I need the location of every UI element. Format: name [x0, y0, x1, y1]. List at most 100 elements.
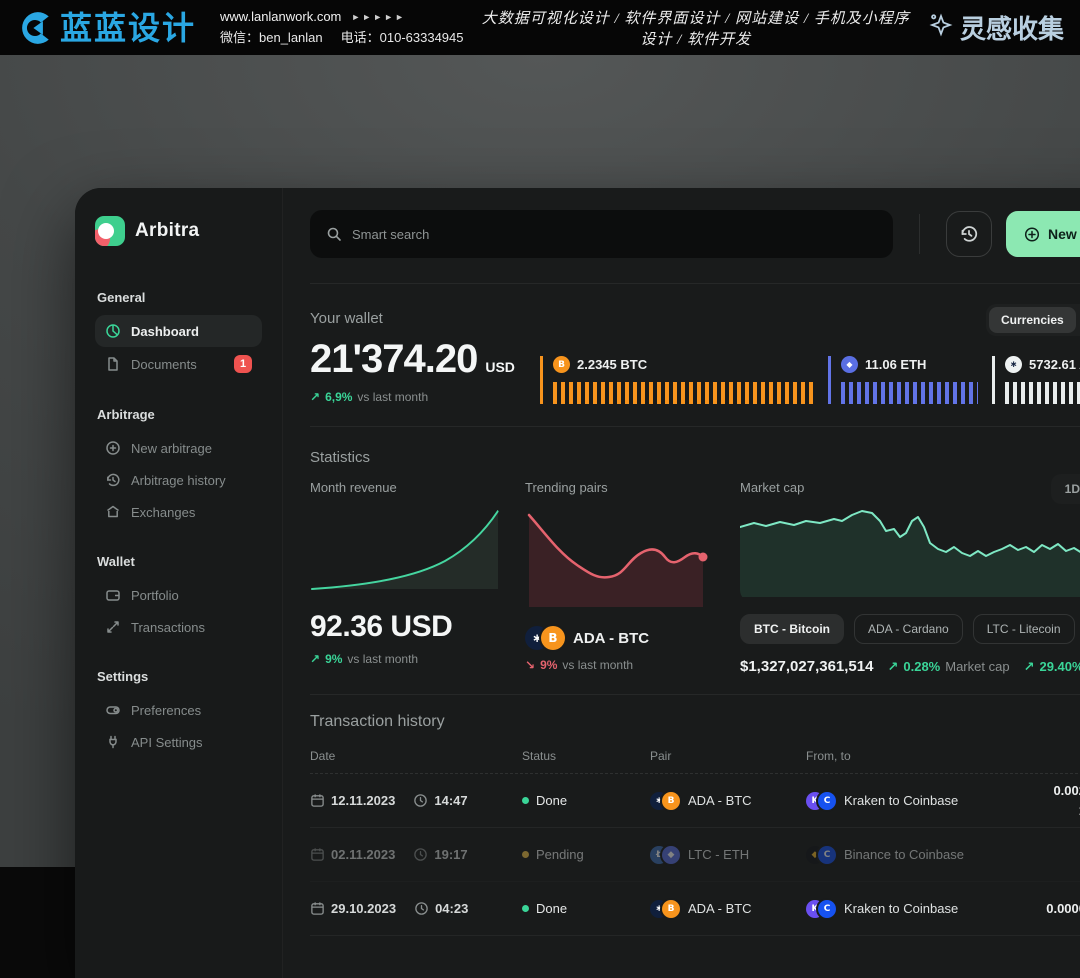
col-status: Status: [522, 749, 650, 763]
lanlan-brand: 蓝蓝设计: [16, 9, 196, 47]
documents-badge: 1: [234, 355, 252, 373]
main-content: New arbitrage Your wallet Currencies Exc…: [283, 188, 1080, 978]
btc-icon: B: [662, 792, 680, 810]
tx-date: 02.11.2023: [331, 847, 395, 862]
btc-icon: B: [541, 626, 565, 650]
holding-eth[interactable]: ◆ 11.06 ETH: [828, 356, 992, 404]
trending-pair-row[interactable]: ∗ B ADA - BTC: [525, 626, 715, 650]
market-cap-pair-pills: BTC - Bitcoin ADA - Cardano LTC - Liteco…: [740, 614, 1080, 644]
toggle-icon: [105, 702, 121, 718]
eth-icon: ◆: [662, 846, 680, 864]
ada-amount: 5732.61 ADA: [1029, 357, 1080, 372]
ada-bars: [1005, 382, 1080, 404]
nav-section-label: Arbitrage: [97, 407, 260, 422]
plus-circle-icon: [105, 440, 121, 456]
sidebar-item-portfolio[interactable]: Portfolio: [95, 579, 262, 611]
sidebar-item-label: New arbitrage: [131, 441, 212, 456]
clock-icon: [414, 901, 429, 916]
sidebar-item-preferences[interactable]: Preferences: [95, 694, 262, 726]
tx-amount: 0.0000: [1046, 899, 1080, 919]
app-brand: Arbitra: [135, 220, 199, 242]
topbar: New arbitrage: [310, 210, 1080, 258]
workspace-background: Arbitra General Dashboard Documents 1 Ar…: [0, 55, 1080, 867]
search-input[interactable]: [352, 227, 877, 242]
nav-section-arbitrage: Arbitrage New arbitrage Arbitrage histor…: [95, 407, 262, 528]
table-row[interactable]: 29.10.2023 04:23 Done ∗ B ADA - BTC K C …: [310, 882, 1080, 936]
dashboard-icon: [105, 323, 121, 339]
eth-amount: 11.06 ETH: [865, 357, 926, 372]
sidebar-item-documents[interactable]: Documents 1: [95, 347, 262, 381]
search-icon: [326, 226, 342, 242]
new-arbitrage-button[interactable]: New arbitrage: [1006, 211, 1080, 257]
app-logo[interactable]: Arbitra: [95, 216, 262, 246]
sidebar-item-exchanges[interactable]: Exchanges: [95, 496, 262, 528]
nav-section-label: General: [97, 290, 260, 305]
banner-contact: www.lanlanwork.com ►►►►► 微信：ben_lanlan 电…: [220, 9, 463, 46]
btc-icon: B: [662, 900, 680, 918]
tx-route: Kraken to Coinbase: [844, 793, 958, 808]
pill-btc-bitcoin[interactable]: BTC - Bitcoin: [740, 614, 844, 644]
toggle-exchanges[interactable]: Exchanges: [1076, 307, 1080, 333]
trending-pairs-label: Trending pairs: [525, 480, 715, 495]
pill-ada-cardano[interactable]: ADA - Cardano: [854, 614, 963, 644]
sidebar-item-transactions[interactable]: Transactions: [95, 611, 262, 643]
market-cap-label: Market cap: [740, 480, 804, 495]
holding-btc[interactable]: B 2.2345 BTC: [540, 356, 828, 404]
sidebar-item-label: Documents: [131, 357, 197, 372]
eth-icon: ◆: [841, 356, 858, 373]
sidebar-item-label: Preferences: [131, 703, 201, 718]
wallet-change: 6,9%: [325, 390, 352, 404]
sidebar: Arbitra General Dashboard Documents 1 Ar…: [75, 188, 283, 978]
transfer-arrows-icon: [105, 619, 121, 635]
banner-collect[interactable]: 灵感收集: [928, 9, 1064, 46]
sidebar-item-new-arbitrage[interactable]: New arbitrage: [95, 432, 262, 464]
table-row[interactable]: 12.11.2023 14:47 Done ∗ B ADA - BTC K C …: [310, 774, 1080, 828]
tx-pair: ADA - BTC: [688, 793, 752, 808]
toggle-currencies[interactable]: Currencies: [989, 307, 1076, 333]
sidebar-item-label: API Settings: [131, 735, 203, 750]
trending-change: 9%: [540, 658, 557, 672]
sidebar-item-dashboard[interactable]: Dashboard: [95, 315, 262, 347]
plus-circle-icon: [1024, 226, 1040, 243]
wallet-section: Your wallet Currencies Exchanges 21'374.…: [310, 283, 1080, 404]
banner-site-link[interactable]: www.lanlanwork.com: [220, 9, 341, 24]
tx-time: 04:23: [435, 901, 468, 916]
sidebar-item-label: Arbitrage history: [131, 473, 226, 488]
star-icon: [928, 12, 954, 43]
nav-section-wallet: Wallet Portfolio Transactions: [95, 554, 262, 643]
market-cap-change: 0.28%: [903, 659, 940, 675]
tx-date: 29.10.2023: [331, 901, 396, 916]
history-icon: [105, 472, 121, 488]
period-toggle: 1D 7D 1M: [1051, 474, 1080, 504]
history-button[interactable]: [946, 211, 992, 257]
tx-date: 12.11.2023: [331, 793, 395, 808]
banner-collect-label: 灵感收集: [960, 9, 1064, 46]
sidebar-item-arbitrage-history[interactable]: Arbitrage history: [95, 464, 262, 496]
topbar-divider: [919, 214, 920, 254]
coinbase-icon: C: [818, 792, 836, 810]
banner-services: 大数据可视化设计 / 软件界面设计 / 网站建设 / 手机及小程序设计 / 软件…: [480, 7, 912, 49]
wallet-icon: [105, 587, 121, 603]
new-arbitrage-label: New arbitrage: [1048, 226, 1080, 242]
banner-arrows: ►►►►►: [351, 12, 406, 22]
history-icon: [959, 224, 979, 244]
month-revenue-card: Month revenue 92.36 USD ↗ 9% vs last mon…: [310, 480, 500, 675]
plug-icon: [105, 734, 121, 750]
arbitra-logo-icon: [95, 216, 125, 246]
status-dot-pending: [522, 851, 529, 858]
period-1d[interactable]: 1D: [1054, 477, 1080, 501]
search-box[interactable]: [310, 210, 893, 258]
balance-block: 21'374.20 USD ↗ 6,9% vs last month: [310, 337, 540, 404]
arrow-up-icon: ↗: [1024, 659, 1035, 675]
arbitra-app-window: Arbitra General Dashboard Documents 1 Ar…: [75, 188, 1080, 978]
trending-pair-name: ADA - BTC: [573, 630, 649, 647]
market-cap-stats: $1,327,027,361,514 ↗ 0.28% Market cap ↗ …: [740, 658, 1080, 675]
coinbase-icon: C: [818, 900, 836, 918]
lanlan-logo-text: 蓝蓝设计: [60, 12, 196, 44]
volume-change: 29.40%: [1039, 659, 1080, 675]
holding-ada[interactable]: ∗ 5732.61 ADA: [992, 356, 1080, 404]
table-row[interactable]: 02.11.2023 19:17 Pending Ł ◆ LTC - ETH ◆…: [310, 828, 1080, 882]
sidebar-item-api-settings[interactable]: API Settings: [95, 726, 262, 758]
pill-ltc-litecoin[interactable]: LTC - Litecoin: [973, 614, 1075, 644]
holdings-chart: B 2.2345 BTC ◆ 11.06 ETH: [540, 337, 1080, 404]
